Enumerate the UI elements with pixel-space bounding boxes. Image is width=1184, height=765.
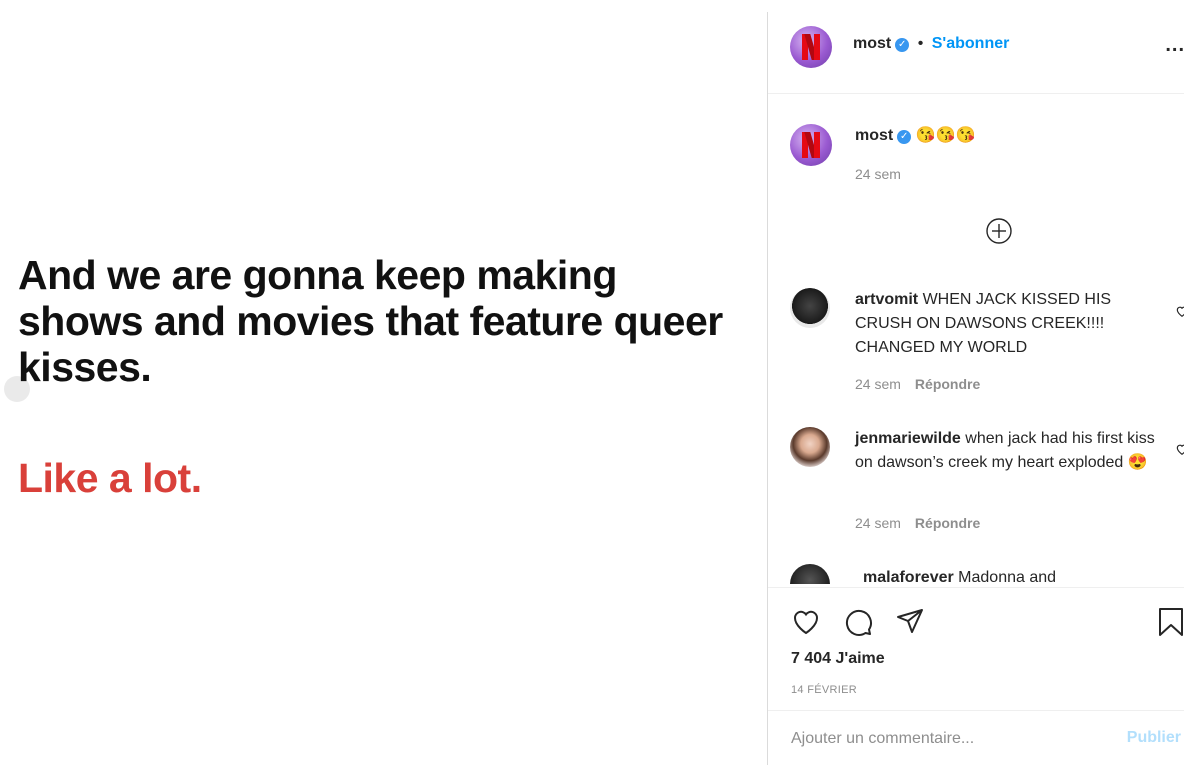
caption-body: 😘😘😘 [915,127,976,144]
caption-timestamp[interactable]: 24 sem [855,166,901,182]
caption-avatar[interactable] [790,124,832,166]
post-side-panel: most ✓ • S'abonner ... most ✓ 😘😘😘 24 sem a… [767,12,1184,765]
heart-icon[interactable] [790,606,822,638]
comment-time[interactable]: 24 sem [855,515,901,531]
comment-username[interactable]: artvomit [855,291,918,308]
author-avatar[interactable] [790,26,832,68]
comment-username[interactable]: malaforever [863,569,954,584]
comment-time[interactable]: 24 sem [855,376,901,392]
plus-circle-icon[interactable] [985,217,1013,245]
post-image[interactable]: And we are gonna keep making shows and m… [0,0,767,765]
comment-meta: 24 sem Répondre [855,515,980,531]
publish-button[interactable]: Publier [1127,729,1181,747]
comment-bubble-icon[interactable] [842,606,874,638]
netflix-logo-icon [802,34,820,60]
commenter-avatar[interactable] [790,564,830,584]
header-line: most ✓ • S'abonner [853,35,1009,53]
comment-body: Madonna and [958,569,1057,584]
comment-like-icon[interactable] [1175,442,1184,456]
separator-dot: • [917,35,924,52]
post-tagline: Like a lot. [18,455,202,501]
comment-meta: 24 sem Répondre [855,376,980,392]
comment-text: artvomit WHEN JACK KISSED HIS CRUSH ON D… [855,288,1155,360]
commenter-avatar[interactable] [790,427,830,467]
comment-input[interactable] [791,727,1091,751]
verified-badge-icon: ✓ [897,130,912,144]
caption-time: 24 sem [855,166,901,182]
post-headline: And we are gonna keep making shows and m… [18,252,723,390]
reply-button[interactable]: Répondre [915,376,980,392]
comment-text: jenmariewilde when jack had his first ki… [855,427,1155,475]
post-date[interactable]: 14 FÉVRIER [791,684,857,696]
post-actions: 7 404 J'aime 14 FÉVRIER Publier [768,587,1184,765]
post-header: most ✓ • S'abonner ... [768,12,1184,94]
verified-badge-icon: ✓ [895,38,910,52]
comment-username[interactable]: jenmariewilde [855,430,961,447]
paper-plane-icon[interactable] [894,606,926,638]
add-comment-bar: Publier [768,710,1184,765]
caption-text: most ✓ 😘😘😘 [855,124,1155,148]
comments-list[interactable]: most ✓ 😘😘😘 24 sem artvomit WHEN JACK KISS… [768,94,1184,584]
comment-like-icon[interactable] [1175,304,1184,318]
more-options-icon[interactable]: ... [1165,34,1184,57]
follow-button[interactable]: S'abonner [932,35,1010,52]
author-username[interactable]: most [853,35,891,52]
commenter-avatar[interactable] [790,288,830,328]
likes-count[interactable]: 7 404 J'aime [791,650,885,668]
reply-button[interactable]: Répondre [915,515,980,531]
comment-text: malaforever Madonna and [863,566,1163,584]
bookmark-icon[interactable] [1155,606,1184,638]
netflix-logo-icon [802,132,820,158]
caption-username[interactable]: most [855,127,893,144]
